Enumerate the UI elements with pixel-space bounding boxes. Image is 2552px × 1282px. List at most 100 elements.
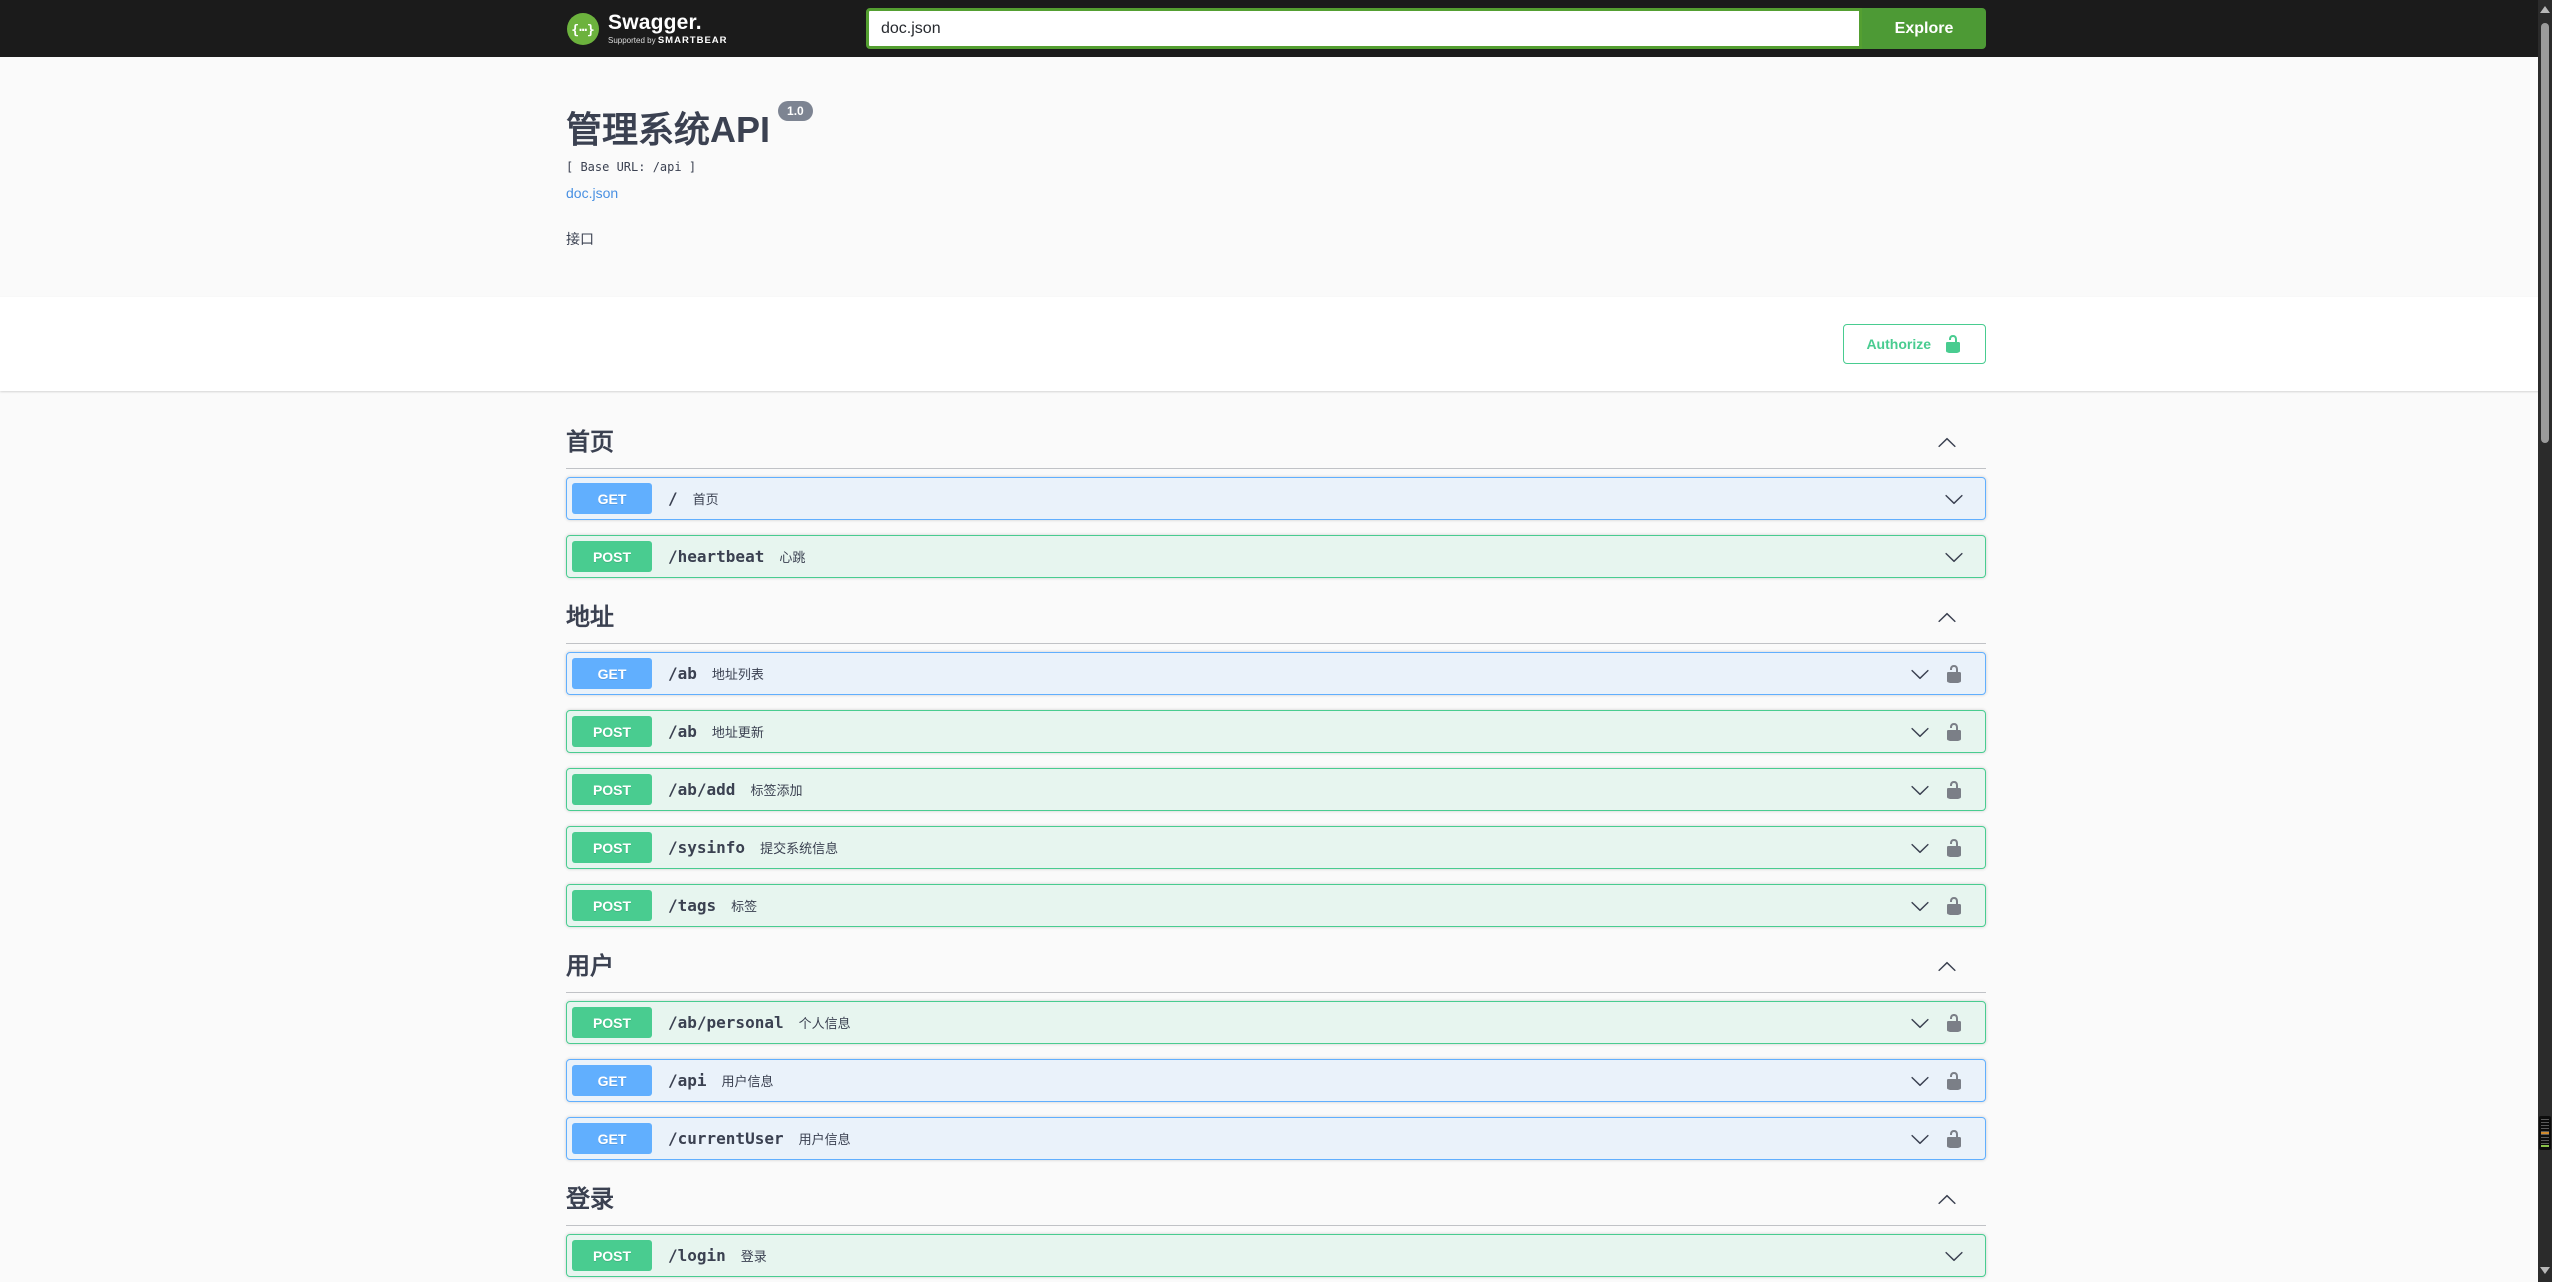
chevron-down-icon[interactable] <box>1910 896 1930 916</box>
chevron-up-icon[interactable] <box>1937 433 1957 453</box>
section-title: 地址 <box>566 604 614 631</box>
tag-header[interactable]: 地址 <box>566 593 1986 644</box>
operation-summary: 登录 <box>740 1249 767 1264</box>
operation-summary: 用户信息 <box>721 1074 774 1089</box>
operation-summary: 标签 <box>731 899 758 914</box>
scheme-container: Authorize <box>0 297 2552 391</box>
operation-path: /login <box>668 1246 726 1265</box>
chevron-down-icon[interactable] <box>1910 722 1930 742</box>
method-badge: GET <box>572 1123 652 1154</box>
operation-path: /heartbeat <box>668 547 765 566</box>
chevron-down-icon[interactable] <box>1910 780 1930 800</box>
api-description: 接口 <box>566 231 594 247</box>
section-rows: POST /ab/personal 个人信息 GET /api 用户信息 GET… <box>566 1001 1986 1160</box>
operation-row[interactable]: GET / 首页 <box>566 477 1986 520</box>
chevron-up-icon[interactable] <box>1937 1190 1957 1210</box>
brand-subtitle: Supported by SMARTBEAR <box>608 34 728 46</box>
method-badge: GET <box>572 658 652 689</box>
scroll-up-arrow[interactable] <box>2540 6 2550 13</box>
chevron-down-icon[interactable] <box>1944 489 1964 509</box>
chevron-down-icon[interactable] <box>1910 1071 1930 1091</box>
section-rows: GET / 首页 POST /heartbeat 心跳 <box>566 477 1986 578</box>
lock-icon-button[interactable] <box>1944 896 1964 916</box>
tag-section: 地址 GET /ab 地址列表 POST /ab 地址更新 POST /ab/a… <box>566 593 1986 927</box>
swagger-logo-icon: {⋯} <box>566 12 600 46</box>
operation-row[interactable]: GET /ab 地址列表 <box>566 652 1986 695</box>
chevron-down-icon[interactable] <box>1944 547 1964 567</box>
scroll-down-arrow[interactable] <box>2540 1267 2550 1274</box>
brand-title: Swagger. <box>608 10 702 34</box>
method-badge: POST <box>572 890 652 921</box>
method-badge: POST <box>572 716 652 747</box>
lock-icon-button[interactable] <box>1944 1013 1964 1033</box>
lock-icon-button[interactable] <box>1944 838 1964 858</box>
minimap-orange-marker <box>2541 1132 2549 1134</box>
chevron-down-icon[interactable] <box>1910 1013 1930 1033</box>
operation-row[interactable]: POST /login 登录 <box>566 1234 1986 1277</box>
operation-path: /sysinfo <box>668 838 746 857</box>
chevron-down-icon[interactable] <box>1944 1246 1964 1266</box>
operation-summary: 地址列表 <box>711 667 764 682</box>
operation-path: /ab <box>668 664 697 683</box>
section-rows: GET /ab 地址列表 POST /ab 地址更新 POST /ab/add … <box>566 652 1986 927</box>
explore-button[interactable]: Explore <box>1862 8 1986 49</box>
operation-summary: 首页 <box>692 492 719 507</box>
operation-summary: 地址更新 <box>711 725 764 740</box>
lock-icon-button[interactable] <box>1944 1129 1964 1149</box>
spec-url-input[interactable] <box>866 8 1862 49</box>
operation-row[interactable]: POST /ab/add 标签添加 <box>566 768 1986 811</box>
tag-section: 首页 GET / 首页 POST /heartbeat 心跳 <box>566 418 1986 578</box>
svg-text:{⋯}: {⋯} <box>571 23 594 38</box>
chevron-up-icon[interactable] <box>1937 608 1957 628</box>
tag-header[interactable]: 首页 <box>566 418 1986 469</box>
method-badge: POST <box>572 774 652 805</box>
operation-row[interactable]: POST /ab/personal 个人信息 <box>566 1001 1986 1044</box>
operation-path: /ab/add <box>668 780 736 799</box>
explore-form: Explore <box>866 8 1986 49</box>
method-badge: POST <box>572 1007 652 1038</box>
tag-header[interactable]: 用户 <box>566 942 1986 993</box>
api-info-section: 管理系统API 1.0 [ Base URL: /api ] doc.json 接… <box>0 57 2552 297</box>
operation-row[interactable]: POST /ab 地址更新 <box>566 710 1986 753</box>
lock-icon-button[interactable] <box>1944 722 1964 742</box>
version-badge: 1.0 <box>778 101 813 122</box>
chevron-down-icon[interactable] <box>1910 838 1930 858</box>
swagger-logo[interactable]: {⋯} Swagger. Supported by SMARTBEAR <box>566 12 728 46</box>
unlock-icon <box>1943 334 1963 354</box>
spec-json-link[interactable]: doc.json <box>566 185 618 201</box>
operation-path: /ab <box>668 722 697 741</box>
operation-path: /currentUser <box>668 1129 784 1148</box>
operation-summary: 心跳 <box>779 550 806 565</box>
operation-row[interactable]: GET /api 用户信息 <box>566 1059 1986 1102</box>
tag-header[interactable]: 登录 <box>566 1175 1986 1226</box>
tag-section: 登录 POST /login 登录 POST /loginout 登录状态 <box>566 1175 1986 1282</box>
operation-path: /api <box>668 1071 707 1090</box>
scrollbar-thumb[interactable] <box>2541 23 2549 443</box>
authorize-label: Authorize <box>1866 336 1931 352</box>
operation-summary: 标签添加 <box>750 783 803 798</box>
operation-path: /tags <box>668 896 717 915</box>
chevron-down-icon[interactable] <box>1910 1129 1930 1149</box>
operations-list: 首页 GET / 首页 POST /heartbeat 心跳 地址 GET /a… <box>566 391 1986 1282</box>
operation-row[interactable]: POST /heartbeat 心跳 <box>566 535 1986 578</box>
method-badge: POST <box>572 541 652 572</box>
lock-icon-button[interactable] <box>1944 664 1964 684</box>
tag-section: 用户 POST /ab/personal 个人信息 GET /api 用户信息 … <box>566 942 1986 1160</box>
chevron-down-icon[interactable] <box>1910 664 1930 684</box>
scrollbar-track[interactable] <box>2538 0 2552 1282</box>
operation-path: /ab/personal <box>668 1013 784 1032</box>
topbar: {⋯} Swagger. Supported by SMARTBEAR Expl… <box>0 0 2552 57</box>
chevron-up-icon[interactable] <box>1937 957 1957 977</box>
operation-row[interactable]: POST /sysinfo 提交系统信息 <box>566 826 1986 869</box>
minimap-block <box>2539 1116 2551 1150</box>
operation-row[interactable]: GET /currentUser 用户信息 <box>566 1117 1986 1160</box>
operation-row[interactable]: POST /tags 标签 <box>566 884 1986 927</box>
method-badge: GET <box>572 483 652 514</box>
authorize-button[interactable]: Authorize <box>1843 324 1986 364</box>
operation-summary: 用户信息 <box>798 1132 851 1147</box>
section-title: 登录 <box>566 1186 614 1213</box>
section-title: 用户 <box>566 953 614 980</box>
lock-icon-button[interactable] <box>1944 1071 1964 1091</box>
lock-icon-button[interactable] <box>1944 780 1964 800</box>
minimap-green-marker <box>2541 1145 2549 1147</box>
